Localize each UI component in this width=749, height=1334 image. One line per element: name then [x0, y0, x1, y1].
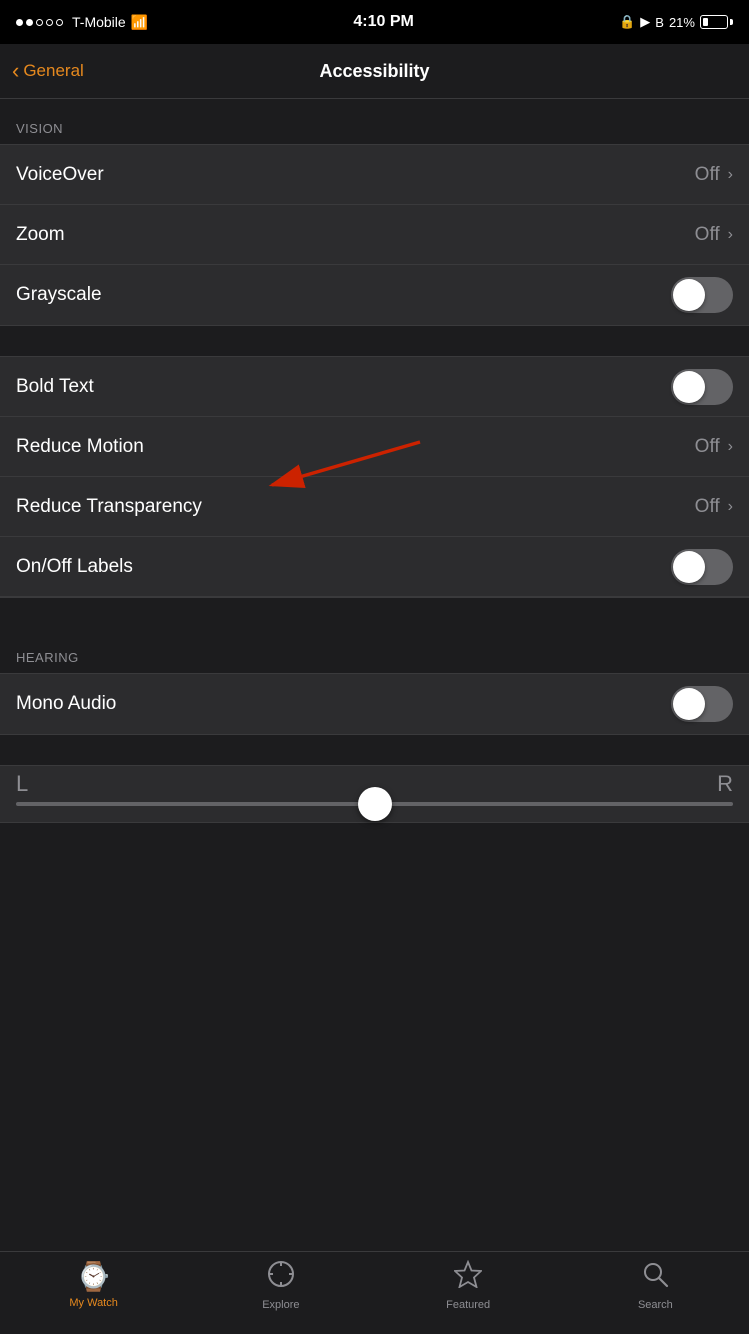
mono-audio-toggle-knob [673, 688, 705, 720]
mono-audio-toggle[interactable] [671, 686, 733, 722]
featured-icon [454, 1260, 482, 1295]
gap-3 [0, 735, 749, 765]
battery-fill [703, 18, 708, 26]
status-time: 4:10 PM [353, 13, 413, 31]
signal-dot-2 [26, 19, 33, 26]
balance-label-r: R [717, 771, 733, 797]
balance-label-l: L [16, 771, 28, 797]
onoff-labels-toggle[interactable] [671, 549, 733, 585]
bluetooth-icon: B [655, 15, 664, 30]
bold-text-label: Bold Text [16, 376, 94, 398]
vision-section: VoiceOver Off › Zoom Off › Grayscale [0, 144, 749, 326]
back-chevron-icon: ‹ [12, 58, 19, 84]
explore-icon [267, 1260, 295, 1295]
tab-featured[interactable]: Featured [375, 1260, 562, 1311]
voiceover-value: Off [695, 164, 720, 186]
section-header-hearing: HEARING [0, 628, 749, 673]
reduce-transparency-right: Off › [695, 496, 733, 518]
tab-my-watch[interactable]: ⌚ My Watch [0, 1260, 187, 1309]
bold-text-toggle[interactable] [671, 369, 733, 405]
mono-audio-label: Mono Audio [16, 693, 116, 715]
onoff-labels-label: On/Off Labels [16, 556, 133, 578]
back-label: General [23, 61, 83, 81]
tab-explore[interactable]: Explore [187, 1260, 374, 1311]
bold-text-row[interactable]: Bold Text [0, 357, 749, 417]
grayscale-row[interactable]: Grayscale [0, 265, 749, 325]
status-bar: T-Mobile 📶 4:10 PM 🔒 ▶ B 21% [0, 0, 749, 44]
grayscale-toggle-knob [673, 279, 705, 311]
zoom-label: Zoom [16, 224, 65, 246]
hearing-section: Mono Audio [0, 673, 749, 735]
battery-percent: 21% [669, 15, 695, 30]
gap-1 [0, 326, 749, 356]
reduce-motion-label: Reduce Motion [16, 436, 144, 458]
explore-label: Explore [262, 1299, 299, 1311]
signal-dot-3 [36, 19, 43, 26]
grayscale-toggle[interactable] [671, 277, 733, 313]
voiceover-right: Off › [695, 164, 733, 186]
battery-indicator [700, 15, 733, 29]
nav-bar: ‹ General Accessibility [0, 44, 749, 99]
reduce-transparency-row[interactable]: Reduce Transparency Off › [0, 477, 749, 537]
signal-dot-4 [46, 19, 53, 26]
my-watch-label: My Watch [69, 1297, 118, 1309]
gap-2 [0, 598, 749, 628]
grayscale-label: Grayscale [16, 284, 102, 306]
signal-dot-5 [56, 19, 63, 26]
my-watch-icon: ⌚ [76, 1260, 111, 1293]
zoom-right: Off › [695, 224, 733, 246]
balance-section: L R [0, 765, 749, 823]
content-area: VISION VoiceOver Off › Zoom Off › Graysc… [0, 99, 749, 1251]
lock-icon: 🔒 [619, 14, 635, 30]
balance-slider-track[interactable] [16, 802, 733, 806]
reduce-motion-value: Off [695, 436, 720, 458]
reduce-motion-chevron-icon: › [728, 438, 733, 456]
mono-audio-row[interactable]: Mono Audio [0, 674, 749, 734]
search-label: Search [638, 1299, 673, 1311]
reduce-transparency-value: Off [695, 496, 720, 518]
gap-4 [0, 823, 749, 853]
onoff-labels-toggle-knob [673, 551, 705, 583]
reduce-motion-row[interactable]: Reduce Motion Off › [0, 417, 749, 477]
balance-slider-row[interactable] [0, 802, 749, 822]
signal-indicator [16, 19, 63, 26]
carrier-label: T-Mobile [72, 14, 126, 30]
tab-search[interactable]: Search [562, 1260, 749, 1311]
signal-dot-1 [16, 19, 23, 26]
zoom-value: Off [695, 224, 720, 246]
status-right: 🔒 ▶ B 21% [619, 14, 733, 30]
gap-5 [0, 853, 749, 883]
voiceover-chevron-icon: › [728, 166, 733, 184]
status-left: T-Mobile 📶 [16, 14, 148, 31]
page-title: Accessibility [319, 61, 429, 82]
search-icon [641, 1260, 669, 1295]
balance-slider-knob [358, 787, 392, 821]
battery-body [700, 15, 728, 29]
reduce-motion-right: Off › [695, 436, 733, 458]
reduce-transparency-chevron-icon: › [728, 498, 733, 516]
voiceover-label: VoiceOver [16, 164, 104, 186]
onoff-labels-row[interactable]: On/Off Labels [0, 537, 749, 597]
zoom-row[interactable]: Zoom Off › [0, 205, 749, 265]
featured-label: Featured [446, 1299, 490, 1311]
section-header-vision: VISION [0, 99, 749, 144]
zoom-chevron-icon: › [728, 226, 733, 244]
back-button[interactable]: ‹ General [0, 58, 84, 84]
wifi-icon: 📶 [131, 14, 148, 31]
location-icon: ▶ [640, 14, 650, 30]
tab-bar: ⌚ My Watch Explore Featured [0, 1251, 749, 1334]
reduce-transparency-label: Reduce Transparency [16, 496, 202, 518]
bold-text-toggle-knob [673, 371, 705, 403]
battery-tip [730, 19, 733, 25]
voiceover-row[interactable]: VoiceOver Off › [0, 145, 749, 205]
text-motion-section: Bold Text Reduce Motion Off › Reduce Tra… [0, 356, 749, 598]
